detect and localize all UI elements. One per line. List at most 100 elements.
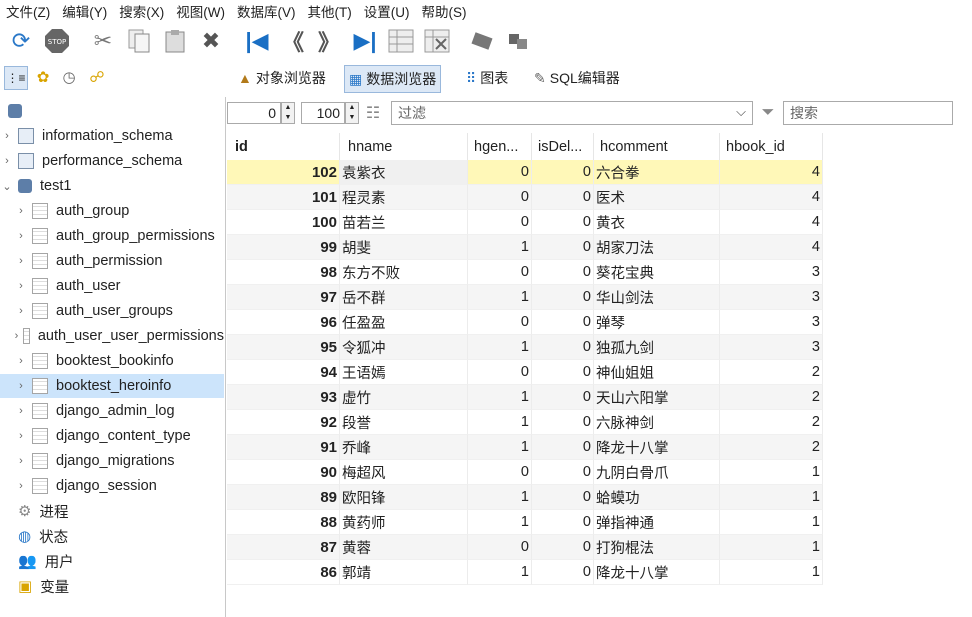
cell-hgender[interactable]: 0 xyxy=(468,535,532,560)
tree-item-table[interactable]: › booktest_bookinfo xyxy=(0,349,224,373)
cell-hname[interactable]: 虚竹 xyxy=(340,385,468,410)
tree-item-variables[interactable]: ▣ 变量 xyxy=(0,574,224,598)
limit-input[interactable]: 100 xyxy=(301,102,345,124)
menu-settings[interactable]: 设置(U) xyxy=(358,1,416,21)
prev-page-icon[interactable]: 《 xyxy=(278,26,308,56)
table-row[interactable]: 100 苗若兰 0 0 黄衣 4 xyxy=(227,210,823,235)
cell-hbook-id[interactable]: 1 xyxy=(720,485,823,510)
cell-id[interactable]: 94 xyxy=(227,360,340,385)
cell-id[interactable]: 95 xyxy=(227,335,340,360)
cell-hbook-id[interactable]: 1 xyxy=(720,460,823,485)
cell-hcomment[interactable]: 华山剑法 xyxy=(594,285,720,310)
table-row[interactable]: 96 任盈盈 0 0 弹琴 3 xyxy=(227,310,823,335)
chevron-right-icon[interactable]: › xyxy=(0,155,14,167)
filter-input[interactable]: 过滤 ⌵ xyxy=(391,101,753,125)
cell-hcomment[interactable]: 降龙十八掌 xyxy=(594,560,720,585)
tree-view-icon[interactable]: ⋮≡ xyxy=(4,66,28,90)
chevron-right-icon[interactable]: › xyxy=(14,230,28,242)
chevron-right-icon[interactable]: › xyxy=(14,305,28,317)
table-row[interactable]: 97 岳不群 1 0 华山剑法 3 xyxy=(227,285,823,310)
cell-isdelete[interactable]: 0 xyxy=(532,535,594,560)
tree-item-table[interactable]: › django_admin_log xyxy=(0,399,224,423)
cell-hname[interactable]: 东方不败 xyxy=(340,260,468,285)
limit-spinner[interactable]: ▲ ▼ xyxy=(345,102,359,124)
table-row[interactable]: 93 虚竹 1 0 天山六阳掌 2 xyxy=(227,385,823,410)
cell-id[interactable]: 96 xyxy=(227,310,340,335)
cell-id[interactable]: 89 xyxy=(227,485,340,510)
cell-hname[interactable]: 胡斐 xyxy=(340,235,468,260)
tree-item-table[interactable]: › auth_user xyxy=(0,274,224,298)
menu-other[interactable]: 其他(T) xyxy=(301,1,357,21)
menu-file[interactable]: 文件(Z) xyxy=(0,1,56,21)
cell-hname[interactable]: 任盈盈 xyxy=(340,310,468,335)
cell-isdelete[interactable]: 0 xyxy=(532,560,594,585)
cell-hname[interactable]: 袁紫衣 xyxy=(340,160,468,185)
cell-id[interactable]: 97 xyxy=(227,285,340,310)
chevron-right-icon[interactable]: › xyxy=(14,280,28,292)
tree-item-database[interactable]: › information_schema xyxy=(0,124,224,148)
table-row[interactable]: 95 令狐冲 1 0 独孤九剑 3 xyxy=(227,335,823,360)
chevron-right-icon[interactable]: › xyxy=(14,380,28,392)
cell-isdelete[interactable]: 0 xyxy=(532,510,594,535)
cell-isdelete[interactable]: 0 xyxy=(532,235,594,260)
cell-id[interactable]: 102 xyxy=(227,160,340,185)
cell-id[interactable]: 100 xyxy=(227,210,340,235)
cell-isdelete[interactable]: 0 xyxy=(532,435,594,460)
tree-item-users[interactable]: 👥 用户 xyxy=(0,549,224,573)
filter-settings-icon[interactable]: ☷ xyxy=(359,103,387,123)
table-row[interactable]: 91 乔峰 1 0 降龙十八掌 2 xyxy=(227,435,823,460)
cell-hbook-id[interactable]: 3 xyxy=(720,310,823,335)
menu-edit[interactable]: 编辑(Y) xyxy=(56,1,113,21)
tree-item-table[interactable]: › auth_user_user_permissions xyxy=(0,324,224,348)
chevron-right-icon[interactable]: › xyxy=(14,405,28,417)
snippets-icon[interactable]: ☍ xyxy=(86,66,108,88)
table-row[interactable]: 90 梅超风 0 0 九阴白骨爪 1 xyxy=(227,460,823,485)
cell-isdelete[interactable]: 0 xyxy=(532,360,594,385)
cell-hbook-id[interactable]: 4 xyxy=(720,235,823,260)
cell-hname[interactable]: 黄药师 xyxy=(340,510,468,535)
cell-isdelete[interactable]: 0 xyxy=(532,260,594,285)
table-row[interactable]: 89 欧阳锋 1 0 蛤蟆功 1 xyxy=(227,485,823,510)
cell-id[interactable]: 93 xyxy=(227,385,340,410)
insert-row-icon[interactable] xyxy=(386,26,416,56)
cell-hgender[interactable]: 0 xyxy=(468,160,532,185)
cell-hgender[interactable]: 0 xyxy=(468,210,532,235)
offset-input[interactable]: 0 xyxy=(227,102,281,124)
cell-hcomment[interactable]: 六合拳 xyxy=(594,160,720,185)
cell-hgender[interactable]: 0 xyxy=(468,310,532,335)
cell-hcomment[interactable]: 弹指神通 xyxy=(594,510,720,535)
cell-hbook-id[interactable]: 2 xyxy=(720,435,823,460)
copy-icon[interactable] xyxy=(124,26,154,56)
cell-hbook-id[interactable]: 2 xyxy=(720,360,823,385)
cell-hname[interactable]: 郭靖 xyxy=(340,560,468,585)
cell-isdelete[interactable]: 0 xyxy=(532,385,594,410)
table-row[interactable]: 86 郭靖 1 0 降龙十八掌 1 xyxy=(227,560,823,585)
cell-hgender[interactable]: 1 xyxy=(468,485,532,510)
tree-root[interactable] xyxy=(0,99,224,123)
table-row[interactable]: 88 黄药师 1 0 弹指神通 1 xyxy=(227,510,823,535)
tree-item-table[interactable]: › auth_group xyxy=(0,199,224,223)
column-header-isdelete[interactable]: isDel... xyxy=(532,133,594,160)
cell-hname[interactable]: 苗若兰 xyxy=(340,210,468,235)
tab-sql-editor[interactable]: ✎ SQL编辑器 xyxy=(530,65,624,91)
cell-hbook-id[interactable]: 1 xyxy=(720,560,823,585)
cell-hcomment[interactable]: 胡家刀法 xyxy=(594,235,720,260)
cell-hbook-id[interactable]: 4 xyxy=(720,160,823,185)
cell-hbook-id[interactable]: 4 xyxy=(720,210,823,235)
cell-hbook-id[interactable]: 4 xyxy=(720,185,823,210)
menu-search[interactable]: 搜索(X) xyxy=(113,1,170,21)
cell-hname[interactable]: 岳不群 xyxy=(340,285,468,310)
tree-item-table[interactable]: › django_content_type xyxy=(0,424,224,448)
cell-hcomment[interactable]: 天山六阳掌 xyxy=(594,385,720,410)
cell-id[interactable]: 98 xyxy=(227,260,340,285)
cell-hgender[interactable]: 1 xyxy=(468,385,532,410)
cell-hname[interactable]: 令狐冲 xyxy=(340,335,468,360)
offset-spinner[interactable]: ▲ ▼ xyxy=(281,102,295,124)
menu-help[interactable]: 帮助(S) xyxy=(415,1,472,21)
chevron-right-icon[interactable]: › xyxy=(14,355,28,367)
tab-chart[interactable]: ⠿ 图表 xyxy=(462,65,512,91)
cell-hbook-id[interactable]: 2 xyxy=(720,410,823,435)
cell-hgender[interactable]: 1 xyxy=(468,335,532,360)
chevron-right-icon[interactable]: › xyxy=(14,455,28,467)
history-icon[interactable]: ◷ xyxy=(58,66,80,88)
